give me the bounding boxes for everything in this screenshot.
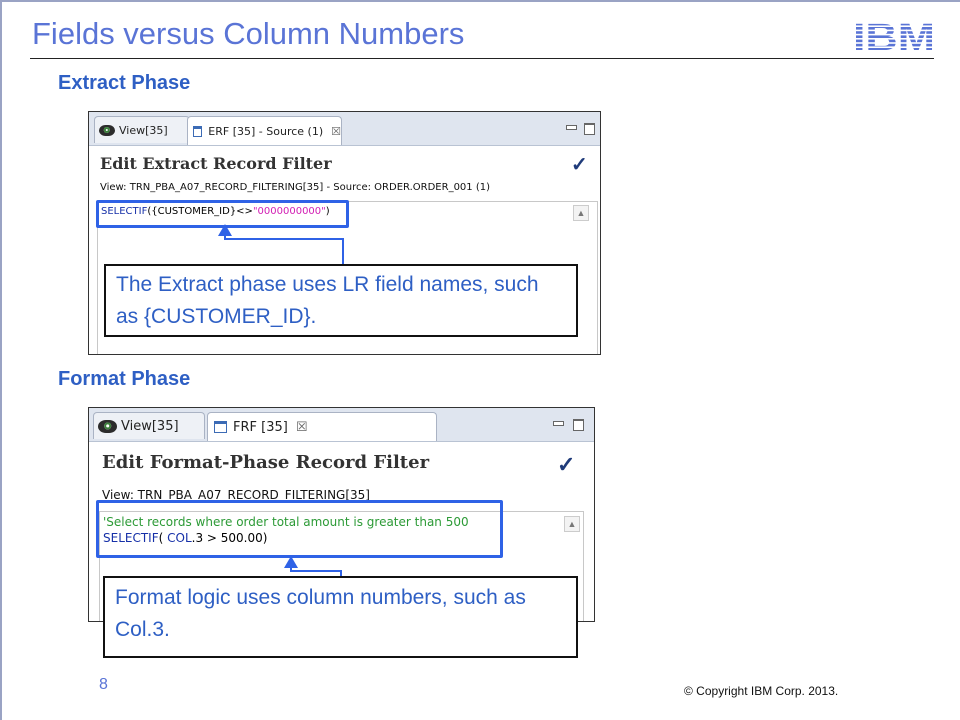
page-number: 8 [99,676,108,693]
document-icon [193,125,203,137]
scroll-up-icon[interactable]: ▲ [573,205,589,221]
scroll-up-icon[interactable]: ▲ [564,516,580,532]
tab-label: View[35] [121,418,179,434]
format-phase-heading: Format Phase [58,368,191,390]
editor-title: Edit Extract Record Filter [100,154,332,173]
extract-phase-heading: Extract Phase [58,72,191,94]
tab-label: View[35] [119,123,168,137]
check-icon[interactable]: ✓ [571,152,588,177]
ibm-logo: IBM [853,18,935,52]
format-callout: Format logic uses column numbers, such a… [103,576,578,658]
tab-label: FRF [35] [233,419,288,435]
ibm-logo-text: IBM [853,18,935,52]
slide-frame-top [0,0,960,2]
close-tab-icon[interactable]: ☒ [331,125,341,138]
tab-frf-35[interactable]: FRF [35] ☒ [207,412,437,441]
tab-label: ERF [35] - Source (1) [208,124,324,138]
arrow-up-icon [218,224,232,240]
tab-view-35[interactable]: View[35] [93,412,205,439]
extract-callout: The Extract phase uses LR field names, s… [104,264,578,337]
slide-title: Fields versus Column Numbers [32,16,465,51]
arrow-up-icon [284,556,298,572]
callout-connector [224,238,344,240]
document-icon [214,421,227,433]
check-icon[interactable]: ✓ [557,452,575,478]
close-tab-icon[interactable]: ☒ [296,420,308,435]
tab-erf-35-source[interactable]: ERF [35] - Source (1) ☒ [187,116,342,145]
slide-frame-left [0,0,2,720]
eye-icon [98,419,117,433]
callout-connector [342,238,344,264]
title-divider [30,58,934,59]
editor-title: Edit Format-Phase Record Filter [102,452,430,473]
format-code-highlight [96,500,503,558]
tab-view-35[interactable]: View[35] [94,116,190,143]
view-source-line: View: TRN_PBA_A07_RECORD_FILTERING[35] -… [100,182,490,193]
eye-icon [99,124,115,136]
copyright-notice: © Copyright IBM Corp. 2013. [684,684,839,698]
